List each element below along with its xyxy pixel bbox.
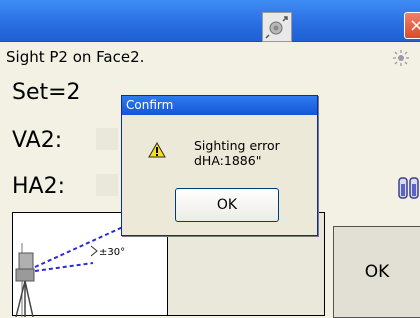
- ha2-label: HA2:: [12, 174, 66, 199]
- dialog-message-line1: Sighting error: [194, 138, 280, 153]
- dialog-ok-button[interactable]: OK: [175, 188, 279, 222]
- dialog-message-line2: dHA:1886": [194, 153, 262, 168]
- warning-icon: [148, 142, 166, 158]
- ok-button[interactable]: OK: [333, 226, 420, 318]
- va2-label: VA2:: [12, 128, 63, 153]
- close-icon: ×: [408, 14, 420, 36]
- target-tool-icon[interactable]: [262, 12, 292, 42]
- brightness-icon[interactable]: [393, 50, 409, 66]
- close-button[interactable]: ×: [404, 12, 420, 39]
- dialog-ok-label: OK: [216, 197, 238, 213]
- ha2-value: [96, 174, 118, 196]
- battery-icon: [398, 177, 419, 199]
- title-bar: ×: [0, 0, 420, 42]
- dialog-title: Confirm: [122, 96, 317, 115]
- va2-value: [96, 128, 118, 150]
- angle-label: ±30°: [99, 247, 125, 258]
- dialog-message: Sighting error dHA:1886": [194, 138, 314, 168]
- confirm-dialog: Confirm Sighting error dHA:1886" OK: [121, 95, 318, 236]
- ok-button-label: OK: [364, 262, 390, 282]
- instruction-text: Sight P2 on Face2.: [6, 48, 145, 66]
- set-label: Set=2: [12, 80, 81, 105]
